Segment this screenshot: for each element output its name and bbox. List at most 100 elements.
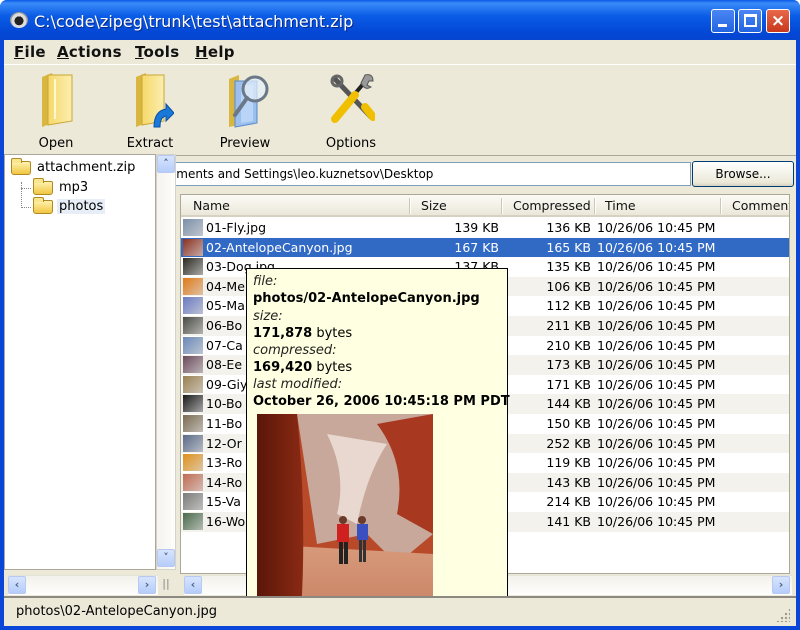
folder-open-icon xyxy=(42,73,73,127)
file-name: 13-Ro xyxy=(206,455,243,471)
file-compressed-size: 119 KB xyxy=(546,455,591,471)
destination-folder-input[interactable]: C:\Documents and Settings\leo.kuznetsov\… xyxy=(125,162,691,186)
column-divider[interactable] xyxy=(720,198,722,214)
file-time: 10/26/06 10:45 PM xyxy=(597,455,716,471)
column-compressed[interactable]: Compressed xyxy=(513,198,591,213)
file-time: 10/26/06 10:45 PM xyxy=(597,474,716,490)
file-time: 10/26/06 10:45 PM xyxy=(597,317,716,333)
close-button[interactable]: × xyxy=(766,9,790,33)
file-time: 10/26/06 10:45 PM xyxy=(597,435,716,451)
minimize-icon xyxy=(718,24,727,27)
tooltip-size-unit: bytes xyxy=(312,326,353,341)
file-name: 09-Giy xyxy=(206,376,248,392)
column-divider[interactable] xyxy=(594,198,596,214)
file-compressed-size: 135 KB xyxy=(546,259,591,275)
tooltip-size: 171,878 bytes xyxy=(253,326,352,341)
extract-label: Extract xyxy=(126,136,174,151)
tooltip-compressed: 169,420 bytes xyxy=(253,360,352,375)
folder-extract-icon xyxy=(136,73,174,128)
file-compressed-size: 106 KB xyxy=(546,278,591,294)
tree-connector xyxy=(21,207,31,208)
options-button[interactable]: Options xyxy=(306,69,396,153)
tooltip-file-value: photos/02-AntelopeCanyon.jpg xyxy=(253,291,480,306)
maximize-icon xyxy=(744,14,757,27)
status-text: photos\02-AntelopeCanyon.jpg xyxy=(16,604,218,619)
file-compressed-size: 136 KB xyxy=(546,220,591,235)
maximize-button[interactable] xyxy=(738,9,762,33)
status-bar: photos\02-AntelopeCanyon.jpg xyxy=(4,596,796,626)
file-name: 08-Ee xyxy=(206,357,243,373)
menu-actions[interactable]: Actions xyxy=(57,43,122,61)
file-time: 10/26/06 10:45 PM xyxy=(597,259,716,275)
close-icon: × xyxy=(770,11,786,31)
thumbnail-icon xyxy=(183,512,203,530)
column-divider[interactable] xyxy=(409,198,411,214)
open-button[interactable]: Open xyxy=(11,69,101,153)
scroll-right-icon[interactable]: › xyxy=(772,576,790,594)
scroll-left-icon[interactable]: ‹ xyxy=(8,576,26,594)
thumbnail-icon xyxy=(183,238,203,256)
file-size: 167 KB xyxy=(454,239,499,255)
file-compressed-size: 171 KB xyxy=(546,376,591,392)
file-name: 14-Ro xyxy=(206,474,243,490)
scroll-down-icon[interactable]: ˅ xyxy=(157,549,175,567)
file-time: 10/26/06 10:45 PM xyxy=(597,376,716,392)
file-compressed-size: 112 KB xyxy=(546,298,591,314)
file-time: 10/26/06 10:45 PM xyxy=(597,415,716,431)
open-label: Open xyxy=(38,136,74,151)
column-name[interactable]: Name xyxy=(193,198,230,213)
extract-button[interactable]: Extract xyxy=(105,69,195,153)
browse-button[interactable]: Browse... xyxy=(692,161,794,187)
tree-connector xyxy=(21,182,22,208)
column-divider[interactable] xyxy=(501,198,503,214)
column-time[interactable]: Time xyxy=(605,198,636,213)
table-row[interactable]: 01-Fly.jpg 139 KB 136 KB 10/26/06 10:45 PM xyxy=(181,218,789,238)
file-compressed-size: 165 KB xyxy=(546,239,591,255)
thumbnail-icon xyxy=(183,277,203,295)
window-title: C:\code\zipeg\trunk\test\attachment.zip xyxy=(34,12,354,31)
tree-vertical-scrollbar[interactable]: ˄ ˅ xyxy=(156,154,176,570)
tree-horizontal-scrollbar[interactable]: ‹ › xyxy=(8,575,158,595)
thumbnail-icon xyxy=(183,414,203,432)
file-time: 10/26/06 10:45 PM xyxy=(597,357,716,373)
folder-tree[interactable]: attachment.zip mp3 photos xyxy=(4,154,156,570)
tree-connector xyxy=(21,188,31,189)
table-row[interactable]: 02-AntelopeCanyon.jpg 167 KB 165 KB 10/26/0… xyxy=(181,237,789,258)
tools-options-icon xyxy=(330,74,375,123)
folder-icon xyxy=(33,197,53,214)
list-header: Name Size Compressed Time Comment xyxy=(181,195,789,217)
tooltip-modified-label: last modified: xyxy=(253,377,343,392)
app-icon xyxy=(10,12,28,28)
app-window: C:\code\zipeg\trunk\test\attachment.zip … xyxy=(0,0,800,630)
minimize-button[interactable] xyxy=(711,9,735,33)
file-time: 10/26/06 10:45 PM xyxy=(597,396,716,412)
resize-grip-icon[interactable] xyxy=(776,608,790,622)
scroll-right-icon[interactable]: › xyxy=(138,576,156,594)
preview-button[interactable]: Preview xyxy=(200,69,290,153)
scroll-up-icon[interactable]: ˄ xyxy=(157,155,175,173)
file-name: 15-Va xyxy=(206,494,241,510)
thumbnail-icon xyxy=(183,493,203,511)
file-name: 12-Or xyxy=(206,435,242,451)
menu-file[interactable]: File xyxy=(14,43,46,61)
thumbnail-icon xyxy=(183,395,203,413)
column-size[interactable]: Size xyxy=(421,198,447,213)
file-time: 10/26/06 10:45 PM xyxy=(597,298,716,314)
menu-help[interactable]: Help xyxy=(195,43,235,61)
file-compressed-size: 252 KB xyxy=(546,435,591,451)
title-bar[interactable]: C:\code\zipeg\trunk\test\attachment.zip … xyxy=(0,0,800,40)
column-comment[interactable]: Comment xyxy=(732,198,789,213)
file-name: 06-Bo xyxy=(206,317,243,333)
scroll-left-icon[interactable]: ‹ xyxy=(184,576,202,594)
splitter-handle[interactable]: || xyxy=(160,577,172,593)
file-time: 10/26/06 10:45 PM xyxy=(597,220,716,235)
photo-preview-image xyxy=(257,414,433,611)
file-time: 10/26/06 10:45 PM xyxy=(597,337,716,353)
file-compressed-size: 150 KB xyxy=(546,415,591,431)
file-name: 01-Fly.jpg xyxy=(206,220,267,235)
menu-tools[interactable]: Tools xyxy=(135,43,179,61)
folder-icon xyxy=(33,178,53,195)
thumbnail-icon xyxy=(183,297,203,315)
thumbnail-icon xyxy=(183,258,203,276)
thumbnail-icon xyxy=(183,356,203,374)
